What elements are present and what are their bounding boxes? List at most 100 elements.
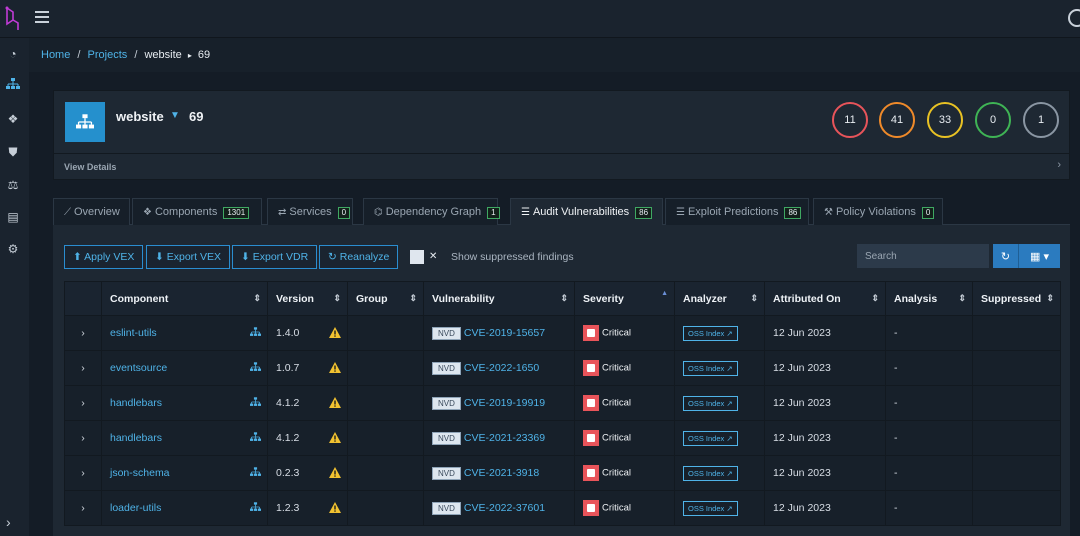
- columns-dropdown-icon[interactable]: ▦ ▾: [1019, 244, 1060, 268]
- column-header-attributed-on[interactable]: Attributed On ⇕: [764, 281, 886, 316]
- component-link[interactable]: json-schema: [110, 467, 170, 479]
- table-row[interactable]: › eventsource 1.0.7 NVD CVE-2022-1650 Critica…: [64, 350, 1061, 386]
- table-row[interactable]: › json-schema 0.2.3 NVD CVE-2021-3918 Critica…: [64, 455, 1061, 491]
- license-balance-icon[interactable]: ⚖: [5, 177, 21, 193]
- upload-icon: ⬆: [73, 251, 82, 263]
- analyzer-link[interactable]: OSS Index ↗: [683, 325, 738, 341]
- row-expand-chevron-icon[interactable]: ›: [64, 385, 102, 421]
- export-vdr-button[interactable]: ⬇ Export VDR: [232, 245, 318, 269]
- row-expand-chevron-icon[interactable]: ›: [64, 420, 102, 456]
- project-version: 69: [189, 109, 204, 124]
- dependency-graph-icon[interactable]: [250, 362, 261, 375]
- component-link[interactable]: handlebars: [110, 397, 162, 409]
- app-logo-icon[interactable]: [4, 6, 20, 32]
- analyzer-link[interactable]: OSS Index ↗: [683, 430, 738, 446]
- show-suppressed-checkbox[interactable]: [410, 250, 424, 264]
- column-header-component[interactable]: Component ⇕: [101, 281, 268, 316]
- projects-icon[interactable]: [5, 78, 21, 94]
- severity-label: Critical: [602, 362, 632, 374]
- vulnerability-link[interactable]: CVE-2021-23369: [464, 432, 545, 444]
- sort-icon[interactable]: ⇕: [253, 293, 261, 304]
- severity-cell: Critical: [574, 455, 675, 491]
- outdated-warning-icon: [329, 327, 341, 338]
- component-link[interactable]: eventsource: [110, 362, 167, 374]
- table-row[interactable]: › eslint-utils 1.4.0 NVD CVE-2019-15657 Criti…: [64, 315, 1061, 351]
- external-link-icon: ↗: [726, 468, 733, 478]
- sidebar-expand-chevron-icon[interactable]: ›: [6, 514, 11, 530]
- tab-policy-violations[interactable]: ⚒ Policy Violations 0: [813, 198, 943, 225]
- tasks-icon: ☰: [676, 207, 685, 218]
- vulnerability-link[interactable]: CVE-2019-19919: [464, 397, 545, 409]
- tab-services[interactable]: ⇄ Services 0: [267, 198, 353, 225]
- row-expand-chevron-icon[interactable]: ›: [64, 490, 102, 526]
- analysis-cell: -: [885, 455, 973, 491]
- sort-icon[interactable]: ⇕: [871, 293, 879, 304]
- reanalyze-button[interactable]: ↻ Reanalyze: [319, 245, 399, 269]
- column-header-vulnerability[interactable]: Vulnerability ⇕: [423, 281, 575, 316]
- dashboard-icon[interactable]: ◔: [5, 46, 21, 62]
- menu-toggle-icon[interactable]: [35, 11, 49, 23]
- dependency-graph-icon[interactable]: [250, 327, 261, 340]
- dependency-graph-icon[interactable]: [250, 502, 261, 515]
- component-link[interactable]: loader-utils: [110, 502, 161, 514]
- table-row[interactable]: › loader-utils 1.2.3 NVD CVE-2022-37601 Criti…: [64, 490, 1061, 526]
- tab-overview[interactable]: ⟋ Overview: [53, 198, 130, 225]
- sort-ascending-icon[interactable]: ▲: [661, 290, 668, 297]
- column-header-group[interactable]: Group ⇕: [347, 281, 424, 316]
- tab-dependency-graph[interactable]: ⌬ Dependency Graph 1: [363, 198, 500, 225]
- analyzer-link[interactable]: OSS Index ↗: [683, 360, 738, 376]
- vulnerability-link[interactable]: CVE-2022-37601: [464, 502, 545, 514]
- column-header-analyzer[interactable]: Analyzer ⇕: [674, 281, 765, 316]
- user-profile-icon[interactable]: [1068, 9, 1080, 27]
- refresh-icon[interactable]: ↻: [993, 244, 1019, 268]
- tab-audit-vulnerabilities[interactable]: ☰ Audit Vulnerabilities 86: [510, 198, 663, 225]
- exchange-icon: ⇄: [278, 207, 287, 218]
- version-cell: 4.1.2: [267, 420, 348, 456]
- analyzer-link[interactable]: OSS Index ↗: [683, 395, 738, 411]
- apply-vex-button[interactable]: ⬆ Apply VEX: [64, 245, 144, 269]
- column-header-analysis[interactable]: Analysis ⇕: [885, 281, 973, 316]
- vulnerabilities-shield-icon[interactable]: ⛊: [5, 144, 21, 160]
- settings-gear-icon[interactable]: ⚙: [5, 241, 21, 257]
- tags-icon[interactable]: ▤: [5, 209, 21, 225]
- view-details-chevron-icon[interactable]: ›: [1057, 159, 1061, 171]
- group-cell: [347, 315, 424, 351]
- table-row[interactable]: › handlebars 4.1.2 NVD CVE-2021-23369 Critica…: [64, 420, 1061, 456]
- view-details-link[interactable]: View Details: [64, 162, 116, 172]
- component-link[interactable]: handlebars: [110, 432, 162, 444]
- analyzer-link[interactable]: OSS Index ↗: [683, 500, 738, 516]
- sort-icon[interactable]: ⇕: [958, 293, 966, 304]
- dependency-graph-icon[interactable]: [250, 467, 261, 480]
- sort-icon[interactable]: ⇕: [750, 293, 758, 304]
- row-expand-chevron-icon[interactable]: ›: [64, 455, 102, 491]
- tab-exploit-predictions[interactable]: ☰ Exploit Predictions 86: [665, 198, 809, 225]
- table-row[interactable]: › handlebars 4.1.2 NVD CVE-2019-19919 Critica…: [64, 385, 1061, 421]
- severity-label: Critical: [602, 432, 632, 444]
- sort-icon[interactable]: ⇕: [1046, 293, 1054, 304]
- breadcrumb-home-link[interactable]: Home: [41, 49, 70, 61]
- search-input[interactable]: [857, 244, 989, 268]
- vulnerability-link[interactable]: CVE-2021-3918: [464, 467, 539, 479]
- column-header-severity[interactable]: Severity ▲: [574, 281, 675, 316]
- analyzer-link[interactable]: OSS Index ↗: [683, 465, 738, 481]
- dependency-graph-icon[interactable]: [250, 397, 261, 410]
- components-icon[interactable]: ❖: [5, 111, 21, 127]
- column-header-version[interactable]: Version ⇕: [267, 281, 348, 316]
- breadcrumb-version: 69: [197, 49, 211, 61]
- vulnerability-link[interactable]: CVE-2022-1650: [464, 362, 539, 374]
- export-vex-button[interactable]: ⬇ Export VEX: [146, 245, 231, 269]
- breadcrumb-projects-link[interactable]: Projects: [88, 49, 128, 61]
- source-badge: NVD: [432, 326, 461, 340]
- row-expand-chevron-icon[interactable]: ›: [64, 350, 102, 386]
- tab-components[interactable]: ❖ Components 1301: [132, 198, 262, 225]
- sort-icon[interactable]: ⇕: [409, 293, 417, 304]
- version-dropdown-caret-icon[interactable]: ▼: [170, 110, 180, 121]
- sort-icon[interactable]: ⇕: [333, 293, 341, 304]
- version-text: 1.4.0: [276, 327, 300, 339]
- row-expand-chevron-icon[interactable]: ›: [64, 315, 102, 351]
- vulnerability-link[interactable]: CVE-2019-15657: [464, 327, 545, 339]
- component-link[interactable]: eslint-utils: [110, 327, 157, 339]
- sort-icon[interactable]: ⇕: [560, 293, 568, 304]
- column-header-suppressed[interactable]: Suppressed ⇕: [972, 281, 1061, 316]
- dependency-graph-icon[interactable]: [250, 432, 261, 445]
